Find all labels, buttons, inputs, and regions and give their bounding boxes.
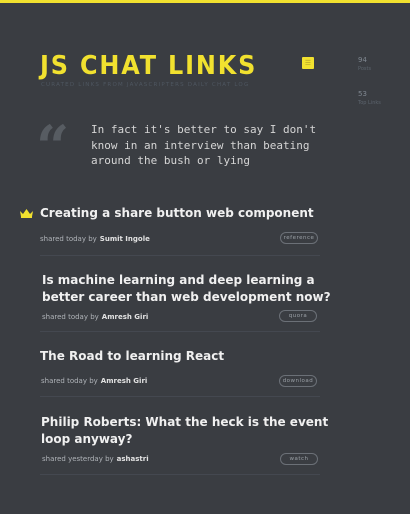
stat-top-links-label: Top Links — [358, 100, 381, 106]
post-author-link[interactable]: Amresh Giri — [101, 377, 148, 385]
post-item: Creating a share button web component — [40, 205, 340, 222]
post-item: Philip Roberts: What the heck is the eve… — [41, 414, 331, 448]
menu-icon: ☰ — [304, 58, 312, 67]
post-meta: shared today by Sumit Ingole — [40, 235, 150, 243]
post-divider — [40, 331, 320, 332]
stat-top-links: 53 Top Links — [358, 90, 381, 106]
post-meta: shared yesterday by ashastri — [42, 455, 149, 463]
stat-posts-label: Posts — [358, 66, 372, 72]
post-author-link[interactable]: ashastri — [117, 455, 149, 463]
post-meta-text: shared today by — [40, 235, 97, 243]
post-meta-text: shared yesterday by — [42, 455, 114, 463]
post-item: The Road to learning React — [40, 348, 330, 365]
quote-text: In fact it's better to say I don't know … — [91, 123, 317, 167]
stat-posts-value: 94 — [358, 56, 367, 64]
post-title-link[interactable]: Creating a share button web component — [40, 205, 340, 222]
menu-button[interactable]: ☰ — [302, 57, 314, 69]
post-title-link[interactable]: The Road to learning React — [40, 348, 330, 365]
top-accent-bar — [0, 0, 410, 3]
post-divider — [40, 396, 320, 397]
post-item: Is machine learning and deep learning a … — [42, 272, 332, 306]
crown-icon — [20, 209, 33, 218]
post-author-link[interactable]: Sumit Ingole — [100, 235, 150, 243]
stat-posts: 94 Posts — [358, 56, 371, 72]
quote-mark-icon: “ — [36, 113, 70, 181]
post-tag-button[interactable]: watch — [280, 453, 318, 465]
post-meta: shared today by Amresh Giri — [41, 377, 147, 385]
post-author-link[interactable]: Amresh Giri — [102, 313, 149, 321]
stat-top-links-value: 53 — [358, 90, 367, 98]
post-tag-button[interactable]: quora — [279, 310, 317, 322]
post-meta-text: shared today by — [42, 313, 99, 321]
site-tagline: CURATED LINKS FROM JAVASCRIPTERS DAILY C… — [41, 82, 250, 88]
post-meta-text: shared today by — [41, 377, 98, 385]
post-title-link[interactable]: Is machine learning and deep learning a … — [42, 272, 332, 306]
post-tag-button[interactable]: download — [279, 375, 317, 387]
post-title-link[interactable]: Philip Roberts: What the heck is the eve… — [41, 414, 331, 448]
post-tag-button[interactable]: reference — [280, 232, 318, 244]
post-divider — [40, 474, 320, 475]
site-logo[interactable]: JS CHAT LINKS — [40, 51, 257, 81]
post-meta: shared today by Amresh Giri — [42, 313, 148, 321]
post-divider — [40, 255, 320, 256]
